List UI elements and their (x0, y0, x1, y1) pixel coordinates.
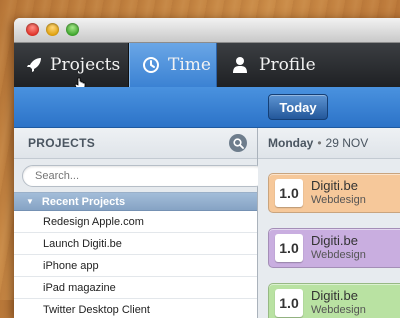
tab-projects[interactable]: Projects (14, 43, 129, 87)
tab-profile-label: Profile (259, 55, 316, 75)
today-button[interactable]: Today (268, 94, 328, 120)
tab-time-label: Time (168, 55, 211, 75)
clock-icon (142, 54, 160, 76)
minimize-window-button[interactable] (46, 23, 59, 36)
list-item[interactable]: Twitter Desktop Client (14, 299, 257, 318)
list-item[interactable]: iPhone app (14, 255, 257, 277)
search-icon[interactable] (229, 134, 247, 152)
project-search-input[interactable] (22, 165, 266, 187)
list-item[interactable]: Launch Digiti.be (14, 233, 257, 255)
tab-time[interactable]: Time (129, 43, 217, 87)
entry-client: Digiti.be (311, 233, 358, 248)
search-wrapper (14, 159, 266, 192)
projects-sidebar: PROJECTS ▼ Recent Projects Redesign Appl… (14, 128, 266, 318)
day-date: 29 NOV (325, 136, 369, 150)
close-window-button[interactable] (26, 23, 39, 36)
title-bar (14, 18, 400, 43)
list-item[interactable]: Redesign Apple.com (14, 211, 257, 233)
content-area: PROJECTS ▼ Recent Projects Redesign Appl… (14, 128, 400, 318)
zoom-window-button[interactable] (66, 23, 79, 36)
person-icon (229, 54, 251, 76)
time-entry-card[interactable]: 1.0 Digiti.be Webdesign (268, 283, 400, 318)
entry-text: Digiti.be Webdesign (311, 289, 366, 317)
triangle-down-icon: ▼ (26, 197, 34, 206)
day-header: Monday • 29 NOV (258, 128, 400, 159)
entry-project: Webdesign (311, 249, 366, 261)
entry-hours: 1.0 (275, 289, 303, 317)
time-panel: Monday • 29 NOV 1.0 Digiti.be Webdesign … (258, 128, 400, 318)
app-window: Projects Time Profile Today PROJECTS Sea… (14, 18, 400, 318)
tab-projects-label: Projects (50, 55, 121, 75)
time-entry-card[interactable]: 1.0 Digiti.be Webdesign (268, 173, 400, 213)
sidebar-title: PROJECTS (28, 136, 96, 150)
entry-client: Digiti.be (311, 288, 358, 303)
entry-hours: 1.0 (275, 234, 303, 262)
time-entry-card[interactable]: 1.0 Digiti.be Webdesign (268, 228, 400, 268)
toolbar: Today (14, 87, 400, 128)
recent-projects-group[interactable]: ▼ Recent Projects (14, 192, 257, 211)
entry-text: Digiti.be Webdesign (311, 234, 366, 262)
sidebar-header: PROJECTS (14, 128, 257, 159)
entry-hours: 1.0 (275, 179, 303, 207)
entry-text: Digiti.be Webdesign (311, 179, 366, 207)
entry-project: Webdesign (311, 194, 366, 206)
project-list: Redesign Apple.com Launch Digiti.be iPho… (14, 211, 257, 318)
list-item[interactable]: iPad magazine (14, 277, 257, 299)
separator-dot: • (317, 136, 322, 150)
entry-project: Webdesign (311, 304, 366, 316)
main-nav: Projects Time Profile (14, 43, 400, 92)
day-name: Monday (268, 136, 314, 150)
group-label: Recent Projects (41, 195, 126, 208)
rocket-icon (26, 54, 42, 76)
entry-client: Digiti.be (311, 178, 358, 193)
tab-profile[interactable]: Profile (217, 43, 328, 87)
